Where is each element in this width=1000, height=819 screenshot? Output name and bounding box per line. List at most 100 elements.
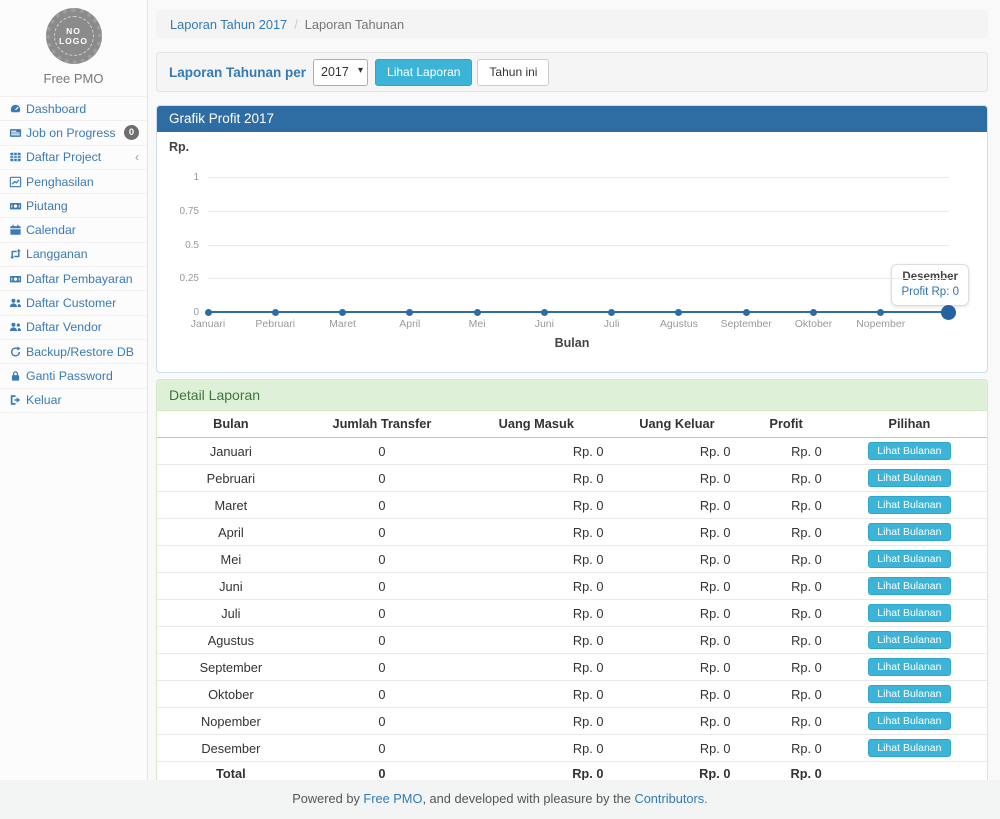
cell-uang-keluar: Rp. 0 [613, 735, 740, 762]
cell-jumlah-transfer: 0 [305, 681, 459, 708]
table-row-januari: Januari0Rp. 0Rp. 0Rp. 0Lihat Bulanan [157, 438, 987, 465]
line-chart-icon [9, 176, 26, 188]
cell-bulan: Mei [157, 546, 305, 573]
cell-uang-keluar: Rp. 0 [613, 573, 740, 600]
cell-uang-keluar: Rp. 0 [613, 438, 740, 465]
cell-bulan: Maret [157, 492, 305, 519]
footer: Powered by Free PMO, and developed with … [0, 780, 1000, 819]
gridline [208, 177, 949, 178]
cell-uang-keluar: Rp. 0 [613, 627, 740, 654]
view-month-button-oktober[interactable]: Lihat Bulanan [868, 685, 950, 703]
x-tick-label: Januari [173, 318, 243, 330]
cell-profit: Rp. 0 [740, 681, 831, 708]
cell-uang-masuk: Rp. 0 [459, 573, 613, 600]
view-month-button-april[interactable]: Lihat Bulanan [868, 523, 950, 541]
table-row-nopember: Nopember0Rp. 0Rp. 0Rp. 0Lihat Bulanan [157, 708, 987, 735]
sidebar-item-piutang[interactable]: Piutang [0, 194, 147, 218]
cell-uang-keluar: Rp. 0 [613, 546, 740, 573]
column-header-uang-keluar: Uang Keluar [613, 411, 740, 438]
sidebar-item-job-on-progress[interactable]: Job on Progress0 [0, 121, 147, 145]
cell-profit: Rp. 0 [740, 573, 831, 600]
breadcrumb-separator: / [294, 17, 298, 32]
x-tick-label: April [375, 318, 445, 330]
sidebar-item-daftar-pembayaran[interactable]: Daftar Pembayaran [0, 267, 147, 291]
cell-bulan: Nopember [157, 708, 305, 735]
breadcrumb-link[interactable]: Laporan Tahun 2017 [170, 17, 287, 32]
cell-uang-keluar: Rp. 0 [613, 681, 740, 708]
data-point-mei [474, 309, 481, 316]
year-select[interactable]: 2017 [313, 59, 368, 86]
x-tick-label: Nopember [846, 318, 916, 330]
view-month-button-nopember[interactable]: Lihat Bulanan [868, 712, 950, 730]
cell-pilihan: Lihat Bulanan [832, 519, 987, 546]
sidebar-item-langganan[interactable]: Langganan [0, 243, 147, 267]
data-point-januari [205, 309, 212, 316]
cell-uang-keluar: Rp. 0 [613, 654, 740, 681]
view-month-button-juni[interactable]: Lihat Bulanan [868, 577, 950, 595]
lock-icon [9, 370, 26, 382]
sidebar-item-label: Daftar Pembayaran [26, 272, 133, 286]
cell-profit: Rp. 0 [740, 654, 831, 681]
cell-pilihan: Lihat Bulanan [832, 492, 987, 519]
job-count-badge: 0 [124, 125, 139, 140]
sidebar-item-daftar-customer[interactable]: Daftar Customer [0, 291, 147, 315]
sidebar-item-ganti-password[interactable]: Ganti Password [0, 364, 147, 388]
view-month-button-september[interactable]: Lihat Bulanan [868, 658, 950, 676]
data-point-desember [941, 305, 956, 320]
data-point-oktober [810, 309, 817, 316]
cell-profit: Rp. 0 [740, 519, 831, 546]
logo-text-line1: NO [66, 26, 81, 36]
sidebar-item-label: Ganti Password [26, 369, 113, 383]
sidebar-item-dashboard[interactable]: Dashboard [0, 97, 147, 121]
cell-bulan: Juli [157, 600, 305, 627]
no-logo-badge: NO LOGO [46, 8, 102, 64]
sidebar-item-daftar-vendor[interactable]: Daftar Vendor [0, 316, 147, 340]
gridline [208, 245, 949, 246]
view-month-button-agustus[interactable]: Lihat Bulanan [868, 631, 950, 649]
table-row-pebruari: Pebruari0Rp. 0Rp. 0Rp. 0Lihat Bulanan [157, 465, 987, 492]
view-month-button-maret[interactable]: Lihat Bulanan [868, 496, 950, 514]
y-tick-label: 1 [165, 172, 199, 183]
y-tick-label: 0.5 [165, 240, 199, 251]
money-icon [9, 200, 26, 212]
sidebar-item-calendar[interactable]: Calendar [0, 218, 147, 242]
cell-bulan: Desember [157, 735, 305, 762]
cell-pilihan: Lihat Bulanan [832, 681, 987, 708]
view-month-button-pebruari[interactable]: Lihat Bulanan [868, 469, 950, 487]
sidebar-item-backup-restore-db[interactable]: Backup/Restore DB [0, 340, 147, 364]
cell-uang-masuk: Rp. 0 [459, 438, 613, 465]
page: NO LOGO Free PMO DashboardJob on Progres… [0, 0, 1000, 819]
footer-link-contributors[interactable]: Contributors. [634, 791, 707, 806]
refresh-icon [9, 346, 26, 358]
cell-pilihan: Lihat Bulanan [832, 654, 987, 681]
view-month-button-mei[interactable]: Lihat Bulanan [868, 550, 950, 568]
footer-link-free-pmo[interactable]: Free PMO [363, 791, 422, 806]
y-tick-label: 0.75 [165, 206, 199, 217]
column-header-pilihan: Pilihan [832, 411, 987, 438]
sidebar-item-keluar[interactable]: Keluar [0, 389, 147, 413]
sidebar-item-label: Daftar Customer [26, 296, 116, 310]
y-axis-title: Rp. [169, 140, 189, 154]
data-point-agustus [675, 309, 682, 316]
view-report-button[interactable]: Lihat Laporan [375, 59, 472, 86]
sidebar: NO LOGO Free PMO DashboardJob on Progres… [0, 0, 148, 780]
gridline [208, 278, 949, 279]
sidebar-item-penghasilan[interactable]: Penghasilan [0, 170, 147, 194]
cell-jumlah-transfer: 0 [305, 519, 459, 546]
y-tick-label: 0.25 [165, 273, 199, 284]
users-icon [9, 321, 26, 333]
money-icon [9, 273, 26, 285]
main-content: Laporan Tahun 2017 / Laporan Tahunan Lap… [148, 0, 1000, 780]
sidebar-item-label: Keluar [26, 393, 62, 407]
cell-uang-masuk: Rp. 0 [459, 546, 613, 573]
current-year-button[interactable]: Tahun ini [477, 59, 549, 86]
report-filter-toolbar: Laporan Tahunan per 2017 Lihat Laporan T… [156, 52, 988, 92]
sidebar-item-daftar-project[interactable]: Daftar Project‹ [0, 146, 147, 170]
view-month-button-juli[interactable]: Lihat Bulanan [868, 604, 950, 622]
cell-uang-keluar: Rp. 0 [613, 465, 740, 492]
y-tick-label: 0 [165, 307, 199, 318]
view-month-button-januari[interactable]: Lihat Bulanan [868, 442, 950, 460]
table-row-juli: Juli0Rp. 0Rp. 0Rp. 0Lihat Bulanan [157, 600, 987, 627]
cell-pilihan: Lihat Bulanan [832, 627, 987, 654]
view-month-button-desember[interactable]: Lihat Bulanan [868, 739, 950, 757]
